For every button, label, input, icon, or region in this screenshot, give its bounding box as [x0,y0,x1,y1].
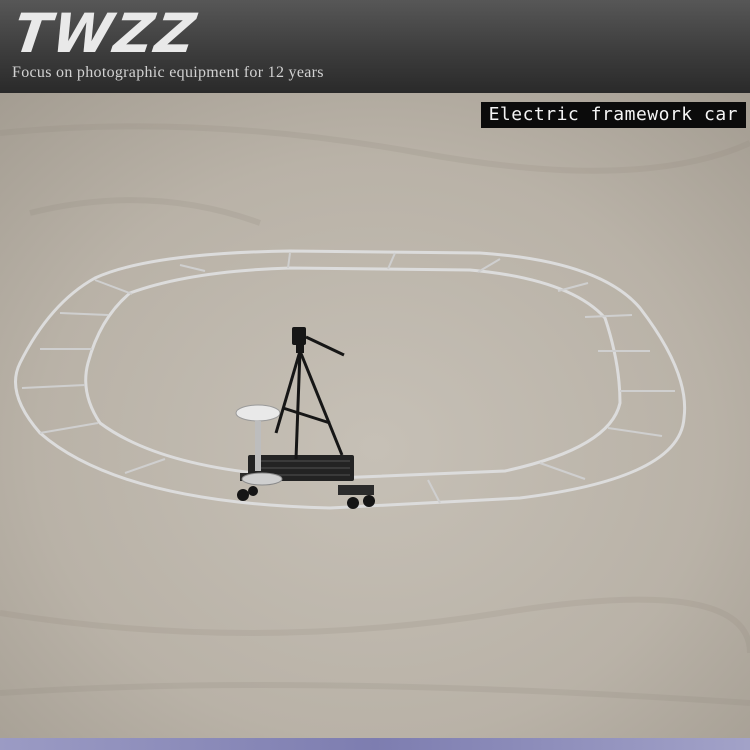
brand-logo-text: TWZZ [9,2,202,65]
brand-header: TWZZ Focus on photographic equipment for… [0,0,750,93]
dolly-bracket-right [338,485,374,495]
concrete-floor [0,93,750,738]
bottom-accent-bar [0,738,750,750]
product-caption: Electric framework car [480,102,746,128]
product-image: TWZZ Focus on photographic equipment for… [0,0,750,750]
brand-logo: TWZZ [9,2,202,65]
track-photo [0,93,750,738]
brand-tagline: Focus on photographic equipment for 12 y… [12,64,324,81]
